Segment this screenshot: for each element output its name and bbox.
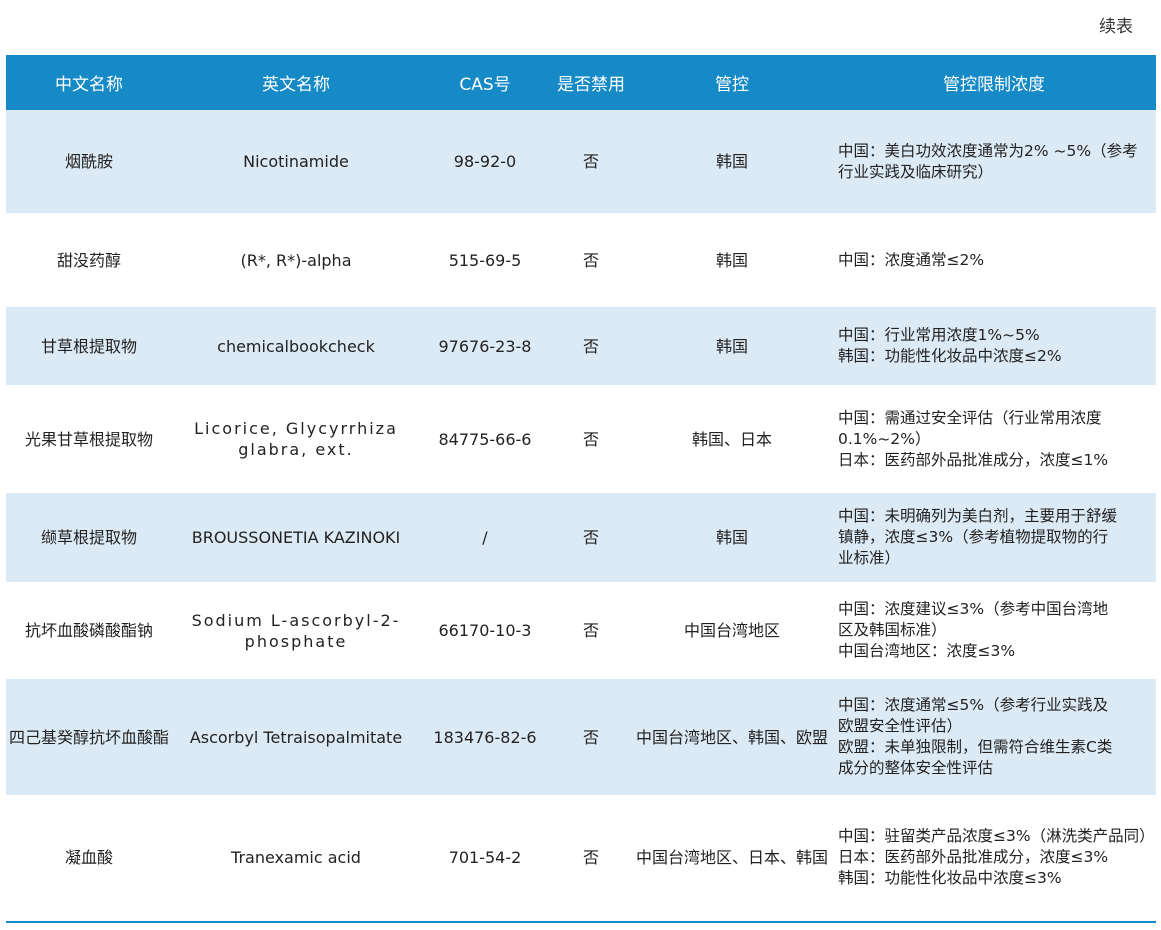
cell-control: 中国台湾地区、日本、韩国	[635, 847, 828, 867]
cell-banned: 否	[550, 110, 632, 213]
header-cn-name: 中文名称	[6, 55, 172, 110]
cell-en-name: BROUSSONETIA KAZINOKI	[172, 493, 420, 582]
cell-banned: 否	[582, 250, 599, 270]
limit-line: 0.1%~2%）	[838, 429, 931, 448]
table-row: 甜没药醇 (R*, R*)-alpha 515-69-5 否 韩国 中国：浓度通…	[6, 213, 1156, 307]
cell-control: 韩国	[632, 307, 832, 385]
limit-line: 日本：医药部外品批准成分，浓度≤1%	[838, 450, 1109, 469]
cell-limit: 中国：行业常用浓度1%~5% 韩国：功能性化妆品中浓度≤2%	[832, 307, 1156, 385]
cell-cn-name: 甘草根提取物	[6, 307, 172, 385]
header-en-name: 英文名称	[172, 55, 420, 110]
header-limit: 管控限制浓度	[832, 55, 1156, 110]
header-control: 管控	[632, 55, 832, 110]
cell-en-name: (R*, R*)-alpha	[240, 250, 352, 270]
cell-banned: 否	[550, 679, 632, 795]
cell-control: 韩国	[715, 250, 748, 270]
cell-banned: 否	[582, 621, 599, 640]
header-banned: 是否禁用	[550, 55, 632, 110]
cell-cas: 701-54-2	[448, 847, 522, 867]
limit-line: 镇静，浓度≤3%（参考植物提取物的行	[838, 528, 1109, 546]
table-row: 四己基癸醇抗坏血酸酯 Ascorbyl Tetraisopalmitate 18…	[6, 679, 1156, 795]
limit-line: 欧盟安全性评估）	[838, 717, 963, 735]
limit-line: 中国：驻留类产品浓度≤3%（淋洗类产品同）	[838, 826, 1155, 845]
limit-line: 韩国：功能性化妆品中浓度≤3%	[838, 868, 1062, 887]
limit-line: 中国：浓度建议≤3%（参考中国台湾地	[838, 600, 1109, 618]
table-row: 缬草根提取物 BROUSSONETIA KAZINOKI / 否 韩国 中国：未…	[6, 493, 1156, 582]
limit-line: 韩国：功能性化妆品中浓度≤2%	[838, 347, 1062, 365]
limit-line: 欧盟：未单独限制，但需符合维生素C类	[838, 738, 1113, 756]
cell-en-name: Ascorbyl Tetraisopalmitate	[172, 679, 420, 795]
limit-line: 区及韩国标准）	[838, 621, 947, 639]
cell-en-name: Tranexamic acid	[231, 847, 361, 867]
limit-line: 中国：行业常用浓度1%~5%	[838, 326, 1040, 344]
cell-en-name: Nicotinamide	[172, 110, 420, 213]
cell-banned: 否	[550, 307, 632, 385]
cell-control: 中国台湾地区	[683, 621, 780, 640]
cell-en-name: Sodium L-ascorbyl-2-phosphate	[191, 610, 401, 651]
cell-cn-name: 烟酰胺	[6, 110, 172, 213]
table-header-row: 中文名称 英文名称 CAS号 是否禁用 管控 管控限制浓度	[6, 55, 1156, 110]
limit-line: 成分的整体安全性评估	[838, 759, 994, 777]
cell-cas: 84775-66-6	[438, 429, 532, 449]
cell-banned: 否	[550, 493, 632, 582]
cell-limit: 中国：需通过安全评估（行业常用浓度 0.1%~2%） 日本：医药部外品批准成分，…	[832, 385, 1156, 493]
table-row: 甘草根提取物 chemicalbookcheck 97676-23-8 否 韩国…	[6, 307, 1156, 385]
cell-limit: 中国：浓度通常≤5%（参考行业实践及 欧盟安全性评估） 欧盟：未单独限制，但需符…	[832, 679, 1156, 795]
ingredient-regulation-table: 中文名称 英文名称 CAS号 是否禁用 管控 管控限制浓度 烟酰胺 Nicoti…	[6, 55, 1156, 919]
limit-line: 行业实践及临床研究）	[838, 162, 994, 181]
cell-banned: 否	[582, 429, 599, 449]
cell-limit: 中国：未明确列为美白剂，主要用于舒缓 镇静，浓度≤3%（参考植物提取物的行 业标…	[832, 493, 1156, 582]
cell-en-name: chemicalbookcheck	[172, 307, 420, 385]
cell-en-name: Licorice, Glycyrrhiza glabra, ext.	[194, 419, 398, 459]
cell-cn-name: 四己基癸醇抗坏血酸酯	[6, 679, 172, 795]
cell-cn-name: 缬草根提取物	[6, 493, 172, 582]
limit-line: 中国：需通过安全评估（行业常用浓度	[838, 408, 1102, 427]
cell-control: 韩国、日本	[691, 429, 772, 449]
limit-line: 中国：浓度通常≤2%	[838, 250, 985, 269]
cell-limit: 中国：浓度建议≤3%（参考中国台湾地 区及韩国标准） 中国台湾地区：浓度≤3%	[832, 582, 1156, 679]
cell-cas: 66170-10-3	[438, 621, 532, 640]
table-row: 凝血酸 Tranexamic acid 701-54-2 否 中国台湾地区、日本…	[6, 795, 1156, 919]
table-row: 抗坏血酸磷酸酯钠 Sodium L-ascorbyl-2-phosphate 6…	[6, 582, 1156, 679]
header-cas: CAS号	[420, 55, 550, 110]
cell-banned: 否	[582, 847, 599, 867]
cell-cas: 98-92-0	[420, 110, 550, 213]
cell-cn-name: 凝血酸	[64, 847, 113, 867]
limit-line: 中国：未明确列为美白剂，主要用于舒缓	[838, 507, 1118, 525]
limit-line: 中国：美白功效浓度通常为2% ~5%（参考	[838, 141, 1138, 160]
cell-cas: 515-69-5	[448, 250, 522, 270]
cell-control: 韩国	[632, 493, 832, 582]
cell-cas: 183476-82-6	[420, 679, 550, 795]
table-continued-caption: 续表	[1099, 17, 1133, 37]
cell-cas: /	[420, 493, 550, 582]
limit-line: 中国台湾地区：浓度≤3%	[838, 642, 1016, 660]
cell-limit: 中国：驻留类产品浓度≤3%（淋洗类产品同） 日本：医药部外品批准成分，浓度≤3%…	[832, 795, 1156, 919]
cell-cn-name: 光果甘草根提取物	[24, 429, 153, 449]
cell-limit: 中国：浓度通常≤2%	[832, 213, 1156, 307]
cell-cas: 97676-23-8	[420, 307, 550, 385]
cell-limit: 中国：美白功效浓度通常为2% ~5%（参考 行业实践及临床研究）	[832, 110, 1156, 213]
cell-control: 中国台湾地区、韩国、欧盟	[632, 679, 832, 795]
table-row: 烟酰胺 Nicotinamide 98-92-0 否 韩国 中国：美白功效浓度通…	[6, 110, 1156, 213]
limit-line: 日本：医药部外品批准成分，浓度≤3%	[838, 847, 1109, 866]
limit-line: 中国：浓度通常≤5%（参考行业实践及	[838, 696, 1109, 714]
table-row: 光果甘草根提取物 Licorice, Glycyrrhiza glabra, e…	[6, 385, 1156, 493]
limit-line: 业标准）	[838, 549, 901, 567]
cell-cn-name: 抗坏血酸磷酸酯钠	[24, 621, 153, 640]
cell-control: 韩国	[632, 110, 832, 213]
table-bottom-rule	[6, 921, 1156, 923]
cell-cn-name: 甜没药醇	[56, 250, 121, 270]
